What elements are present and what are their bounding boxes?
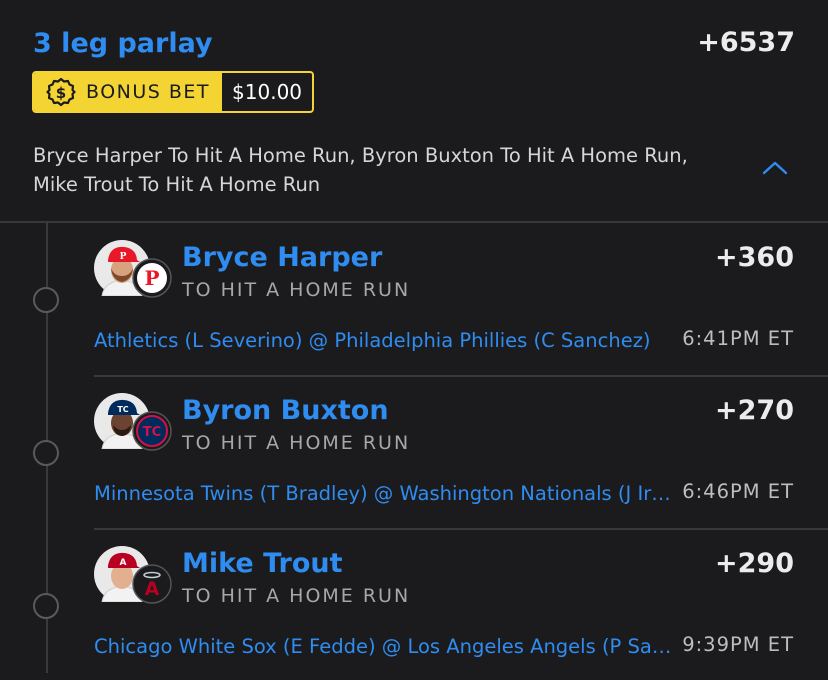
leg-odds: +270 — [715, 395, 794, 426]
game-matchup-link[interactable]: Minnesota Twins (T Bradley) @ Washington… — [94, 482, 674, 505]
bonus-bet-badge: $ BONUS BET $10.00 — [32, 71, 315, 113]
player-name[interactable]: Mike Trout — [182, 548, 343, 579]
parlay-odds: +6537 — [697, 27, 795, 58]
market-label: TO HIT A HOME RUN — [182, 585, 411, 607]
player-name[interactable]: Bryce Harper — [182, 242, 382, 273]
player-name[interactable]: Byron Buxton — [182, 395, 389, 426]
game-time: 6:46PM ET — [682, 480, 794, 503]
svg-text:$: $ — [56, 84, 66, 102]
bonus-bet-label: BONUS BET — [86, 81, 211, 103]
game-matchup-link[interactable]: Chicago White Sox (E Fedde) @ Los Angele… — [94, 635, 674, 658]
phillies-logo-icon: P — [132, 258, 172, 298]
leg-odds: +360 — [715, 242, 794, 273]
parlay-title: 3 leg parlay — [33, 28, 213, 59]
timeline-node — [33, 593, 59, 619]
dollar-badge-icon: $ — [46, 77, 76, 107]
svg-text:A: A — [120, 558, 127, 568]
svg-text:TC: TC — [117, 405, 128, 414]
parlay-leg[interactable]: TC TC Byron Buxton TO HIT A HOME RUN +27… — [94, 377, 798, 527]
game-matchup-link[interactable]: Athletics (L Severino) @ Philadelphia Ph… — [94, 329, 674, 352]
game-time: 9:39PM ET — [682, 633, 794, 656]
chevron-up-icon[interactable] — [762, 160, 788, 176]
header-divider — [0, 221, 828, 223]
bonus-bet-label-box: $ BONUS BET — [34, 73, 223, 111]
parlay-leg[interactable]: P P Bryce Harper TO HIT A HOME RUN +360 … — [94, 224, 798, 374]
team-letter: TC — [143, 425, 161, 440]
svg-text:P: P — [120, 252, 127, 262]
twins-logo-icon: TC — [132, 411, 172, 451]
leg-odds: +290 — [715, 548, 794, 579]
bonus-bet-amount: $10.00 — [232, 80, 303, 104]
timeline-node — [33, 287, 59, 313]
angels-logo-icon: A — [132, 564, 172, 604]
market-label: TO HIT A HOME RUN — [182, 432, 411, 454]
market-label: TO HIT A HOME RUN — [182, 279, 411, 301]
timeline-node — [33, 440, 59, 466]
parlay-leg[interactable]: A A Mike Trout TO HIT A HOME RUN +290 Ch… — [94, 530, 798, 680]
game-time: 6:41PM ET — [682, 327, 794, 350]
team-letter: P — [144, 266, 159, 290]
legs-summary: Bryce Harper To Hit A Home Run, Byron Bu… — [33, 144, 688, 196]
team-letter: A — [145, 578, 160, 600]
